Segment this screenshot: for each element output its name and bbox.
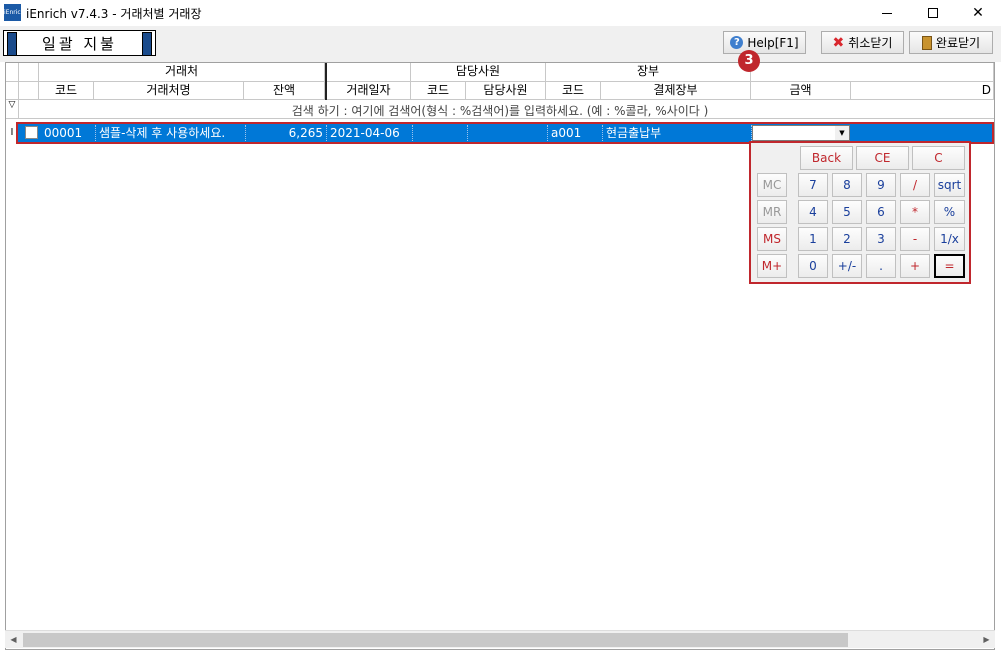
col-staff-name[interactable]: 담당사원 [466, 82, 546, 100]
calc-mr-button[interactable]: MR [757, 200, 787, 224]
calc-1-button[interactable]: 1 [798, 227, 828, 251]
amount-input[interactable]: ▼ [752, 125, 850, 141]
calc-mplus-button[interactable]: M+ [757, 254, 787, 278]
cell-client-name[interactable]: 샘플-삭제 후 사용하세요. [96, 125, 246, 141]
filter-hint: 검색 하기 : 여기에 검색어(형식 : %검색어)를 입력하세요. (예 : … [291, 104, 709, 118]
calc-2-button[interactable]: 2 [832, 227, 862, 251]
col-amount[interactable]: 금액 [751, 82, 851, 100]
calc-multiply-button[interactable]: * [900, 200, 930, 224]
row-indicator-header-2 [6, 82, 19, 100]
cell-payment-ledger[interactable]: 현금출납부 [603, 125, 752, 141]
calc-sign-button[interactable]: +/- [832, 254, 862, 278]
col-staff-code[interactable]: 코드 [411, 82, 466, 100]
calc-plus-button[interactable]: + [900, 254, 930, 278]
cell-balance[interactable]: 6,265 [246, 125, 327, 141]
calc-reciprocal-button[interactable]: 1/x [934, 227, 965, 251]
toolbar: 일괄 지불 ? Help[F1] ✖ 취소닫기 완료닫기 [0, 26, 1001, 62]
calc-mc-button[interactable]: MC [757, 173, 787, 197]
app-icon: iEnrich [4, 4, 25, 21]
cell-staff-name[interactable] [468, 125, 548, 141]
calc-back-button[interactable]: Back [800, 146, 853, 170]
door-icon [921, 35, 932, 50]
check-header-2 [19, 82, 39, 100]
cell-ledger-code[interactable]: a001 [548, 125, 603, 141]
calc-9-button[interactable]: 9 [866, 173, 896, 197]
calc-0-button[interactable]: 0 [798, 254, 828, 278]
filter-row[interactable]: ▽ 검색 하기 : 여기에 검색어(형식 : %검색어)를 입력하세요. (예 … [6, 100, 994, 119]
calc-decimal-button[interactable]: . [866, 254, 896, 278]
cell-trade-date[interactable]: 2021-04-06 [327, 125, 413, 141]
band-ledger: 장부 [546, 63, 751, 82]
calc-7-button[interactable]: 7 [798, 173, 828, 197]
help-button[interactable]: ? Help[F1] [723, 31, 806, 54]
band-date-spacer [327, 63, 411, 82]
horizontal-scrollbar[interactable]: ◀ ▶ [5, 630, 995, 648]
frozen-column-separator [325, 63, 327, 100]
col-ledger-code[interactable]: 코드 [546, 82, 601, 100]
cancel-close-button[interactable]: ✖ 취소닫기 [821, 31, 904, 54]
calc-8-button[interactable]: 8 [832, 173, 862, 197]
col-extra[interactable]: D [851, 82, 994, 100]
col-client-name[interactable]: 거래처명 [94, 82, 244, 100]
calc-3-button[interactable]: 3 [866, 227, 896, 251]
column-header-row: 코드 거래처명 잔액 거래일자 코드 담당사원 코드 결제장부 금액 D [6, 82, 994, 100]
cancel-x-icon: ✖ [832, 34, 845, 51]
col-payment-ledger[interactable]: 결제장부 [601, 82, 751, 100]
window-title: iEnrich v7.4.3 - 거래처별 거래장 [26, 7, 202, 21]
row-checkbox[interactable] [25, 126, 38, 139]
calc-5-button[interactable]: 5 [832, 200, 862, 224]
minimize-icon [882, 12, 892, 14]
step-badge: 3 [738, 50, 760, 72]
chevron-down-icon: ▼ [839, 129, 845, 137]
col-trade-date[interactable]: 거래일자 [327, 82, 411, 100]
calc-c-button[interactable]: C [912, 146, 965, 170]
col-balance[interactable]: 잔액 [244, 82, 325, 100]
calc-sqrt-button[interactable]: sqrt [934, 173, 965, 197]
band-amount-spacer [751, 63, 994, 82]
cancel-close-label: 취소닫기 [848, 36, 893, 50]
row-indicator-header [6, 63, 19, 82]
calc-equals-button[interactable]: = [934, 254, 965, 278]
mode-label: 일괄 지불 [3, 30, 156, 56]
col-code[interactable]: 코드 [39, 82, 94, 100]
done-close-label: 완료닫기 [935, 36, 981, 50]
dropdown-toggle[interactable]: ▼ [835, 126, 849, 140]
help-label: Help[F1] [747, 35, 799, 50]
calc-minus-button[interactable]: - [900, 227, 930, 251]
calculator-popup: Back CE C MC MR MS M+ 7 8 9 / sqrt 4 5 6… [749, 141, 971, 284]
scroll-left-icon[interactable]: ◀ [5, 631, 22, 648]
calc-percent-button[interactable]: % [934, 200, 965, 224]
check-header [19, 63, 39, 82]
band-header-row: 거래처 담당사원 장부 [6, 63, 994, 82]
scrollbar-thumb[interactable] [23, 633, 848, 647]
scroll-right-icon[interactable]: ▶ [978, 631, 995, 648]
calc-ms-button[interactable]: MS [757, 227, 787, 251]
band-staff: 담당사원 [411, 63, 546, 82]
close-button[interactable]: ✕ [955, 0, 1001, 26]
calc-6-button[interactable]: 6 [866, 200, 896, 224]
calc-4-button[interactable]: 4 [798, 200, 828, 224]
cell-code[interactable]: 00001 [41, 125, 96, 141]
minimize-button[interactable] [864, 0, 910, 26]
maximize-button[interactable] [910, 0, 956, 26]
done-close-button[interactable]: 완료닫기 [909, 31, 993, 54]
help-icon: ? [730, 36, 744, 49]
maximize-icon [928, 8, 938, 18]
calc-divide-button[interactable]: / [900, 173, 930, 197]
title-bar: iEnrich iEnrich v7.4.3 - 거래처별 거래장 ✕ [0, 0, 1001, 26]
calc-ce-button[interactable]: CE [856, 146, 909, 170]
close-icon: ✕ [972, 5, 984, 21]
cell-staff-code[interactable] [413, 125, 468, 141]
band-client: 거래처 [39, 63, 325, 82]
